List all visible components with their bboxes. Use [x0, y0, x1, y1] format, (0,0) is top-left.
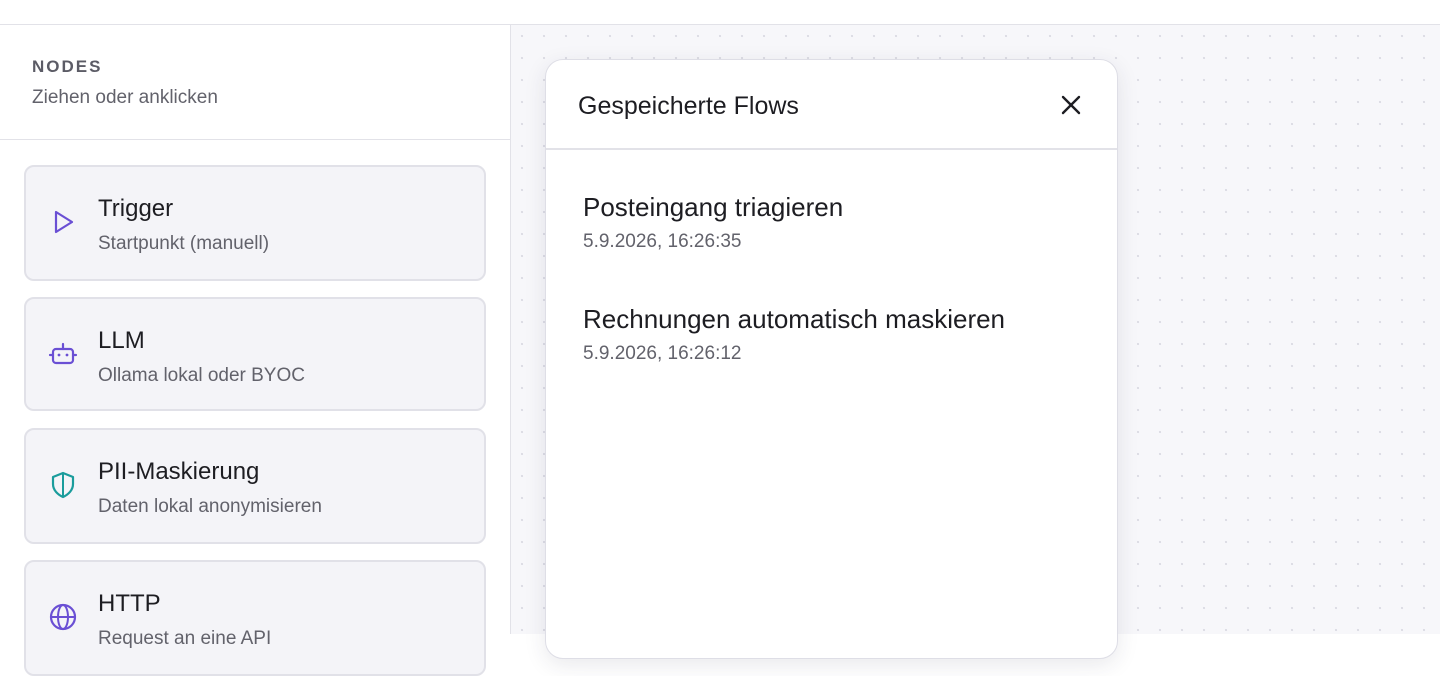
- node-description: Startpunkt (manuell): [98, 233, 270, 254]
- node-card-llm[interactable]: LLM Ollama lokal oder BYOC: [24, 297, 486, 411]
- node-description: Daten lokal anonymisieren: [98, 496, 322, 517]
- saved-flow-item[interactable]: Posteingang triagieren 5.9.2026, 16:26:3…: [583, 192, 1083, 253]
- node-card-http[interactable]: HTTP Request an eine API: [24, 560, 486, 676]
- node-title: HTTP: [98, 590, 161, 617]
- flow-name: Posteingang triagieren: [583, 192, 844, 222]
- node-card-trigger[interactable]: Trigger Startpunkt (manuell): [24, 165, 486, 281]
- top-bar: [0, 0, 1440, 25]
- globe-icon: [49, 603, 77, 631]
- saved-flow-item[interactable]: Rechnungen automatisch maskieren 5.9.202…: [583, 304, 1083, 365]
- saved-flows-dialog: Gespeicherte Flows Posteingang triagiere…: [545, 59, 1118, 659]
- node-description: Request an eine API: [98, 628, 272, 649]
- dialog-title: Gespeicherte Flows: [578, 92, 799, 120]
- flow-timestamp: 5.9.2026, 16:26:35: [583, 231, 742, 252]
- play-icon: [54, 210, 74, 234]
- flow-timestamp: 5.9.2026, 16:26:12: [583, 343, 742, 364]
- node-card-pii-masking[interactable]: PII-Maskierung Daten lokal anonymisieren: [24, 428, 486, 544]
- dialog-header: Gespeicherte Flows: [546, 60, 1117, 150]
- close-icon: [1061, 95, 1081, 115]
- node-title: Trigger: [98, 195, 174, 222]
- node-title: PII-Maskierung: [98, 458, 260, 485]
- sidebar-header: NODES Ziehen oder anklicken: [0, 25, 510, 140]
- node-description: Ollama lokal oder BYOC: [98, 365, 305, 386]
- close-button[interactable]: [1054, 88, 1088, 122]
- node-title: LLM: [98, 327, 145, 354]
- flow-name: Rechnungen automatisch maskieren: [583, 304, 1006, 334]
- sidebar-subtitle: Ziehen oder anklicken: [32, 87, 218, 108]
- sidebar-title: NODES: [32, 57, 103, 76]
- shield-icon: [51, 471, 75, 499]
- robot-icon: [48, 342, 78, 365]
